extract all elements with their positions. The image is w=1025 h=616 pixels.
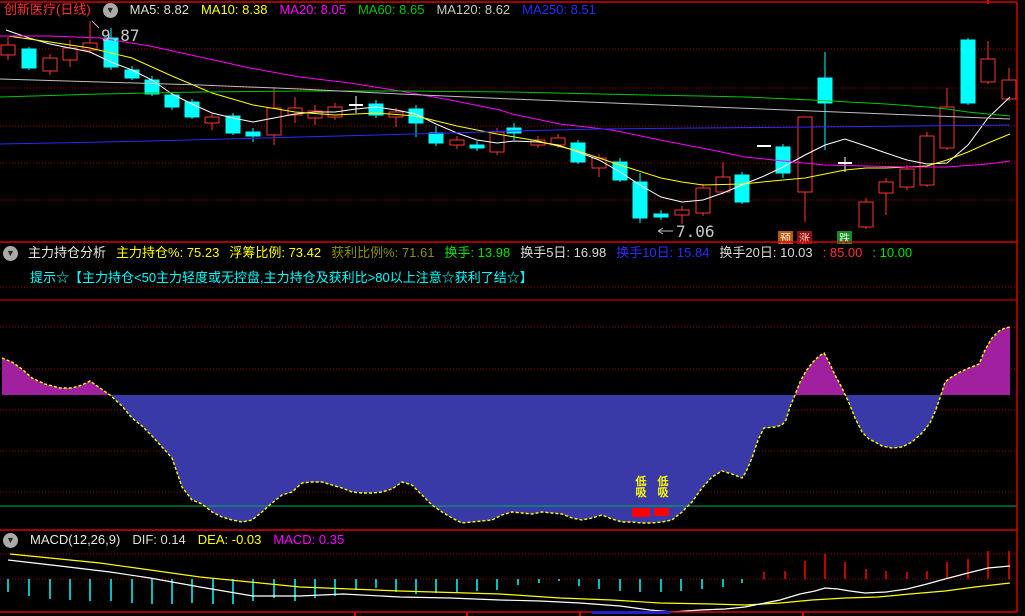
buy-signal-label: 低吸: [635, 474, 648, 499]
top-info-bar: 创新医疗(日线) ▼ MA5: 8.82 MA10: 8.38 MA20: 8.05…: [4, 2, 596, 18]
stock-app-window: 低吸 低吸 9.87 7.06 预涨 跌 创新医疗(日线) ▼ MA5: 8.82 MA10…: [0, 0, 1025, 616]
stat-field: 换手20日: 10.03: [719, 245, 813, 260]
stat-field: 主力持仓%: 75.23: [116, 245, 220, 260]
stat-field: MA250: 8.51: [522, 2, 596, 17]
stat-field: DEA: -0.03: [197, 532, 262, 547]
stock-title: 创新医疗(日线): [4, 2, 91, 17]
forecast-badge-label: 涨: [799, 232, 810, 245]
ma-values: MA5: 8.82 MA10: 8.38 MA20: 8.05 MA60: 8.65 M…: [130, 2, 596, 18]
svg-text:7.06: 7.06: [676, 222, 715, 241]
chevron-down-icon[interactable]: ▼: [102, 2, 118, 18]
chevron-down-icon[interactable]: ▼: [3, 532, 18, 548]
stat-field: 获利比例%: 71.61: [331, 245, 435, 260]
stat-field: DIF: 0.14: [132, 532, 186, 547]
ma-lines-layer: [0, 29, 1011, 203]
buy-signal-label: 低吸: [657, 474, 670, 499]
macd-panel-title: MACD(12,26,9): [30, 532, 121, 547]
holdings-header-bar: ▼ 主力持仓分析 主力持仓%: 75.23 浮筹比例: 73.42 获利比例%: 7…: [3, 245, 912, 261]
ma-line-MA250: [0, 124, 1011, 145]
stat-field: MA10: 8.38: [200, 2, 268, 17]
annotations-layer: 9.87 7.06 预涨 跌: [91, 20, 852, 245]
ma-line-MA20: [0, 35, 1011, 168]
holdings-hint-text: 提示☆【主力持仓<50主力轻度或无控盘,主力持仓及获利比>80以上注意☆获利了结…: [30, 270, 533, 285]
svg-text:9.87: 9.87: [101, 26, 140, 45]
ma-line-MA5: [5, 29, 1011, 203]
macd-header-bar: ▼ MACD(12,26,9) DIF: 0.14 DEA: -0.03 MACD:…: [3, 532, 344, 548]
stat-field: MACD: 0.35: [273, 532, 345, 547]
chevron-down-icon[interactable]: ▼: [3, 245, 18, 261]
stat-field: : 10.00: [872, 245, 913, 260]
stat-field: MA120: 8.62: [436, 2, 511, 17]
stat-field: MA60: 8.65: [357, 2, 425, 17]
stat-field: 换手5日: 16.98: [520, 245, 607, 260]
macd-layer: [7, 551, 1011, 613]
stat-field: MA20: 8.05: [279, 2, 346, 17]
holdings-panel-title: 主力持仓分析: [28, 245, 107, 260]
forecast-badge-label: 预: [780, 232, 791, 245]
candles-layer: [0, 21, 1017, 229]
stat-field: MA5: 8.82: [129, 2, 189, 17]
macd-stats: DIF: 0.14 DEA: -0.03 MACD: 0.35: [132, 532, 344, 548]
stat-field: 换手: 13.98: [444, 245, 511, 260]
holdings-stats: 主力持仓%: 75.23 浮筹比例: 73.42 获利比例%: 71.61 换手: 1…: [116, 245, 912, 261]
stat-field: : 85.00: [822, 245, 863, 260]
forecast-badge-label: 跌: [839, 231, 850, 245]
stat-field: 浮筹比例: 73.42: [229, 245, 322, 260]
chart-canvas[interactable]: 低吸低吸 9.87 7.06 预涨 跌: [0, 0, 1025, 616]
ma-line-MA10: [7, 35, 1011, 186]
stat-field: 换手10日: 15.84: [616, 245, 710, 260]
